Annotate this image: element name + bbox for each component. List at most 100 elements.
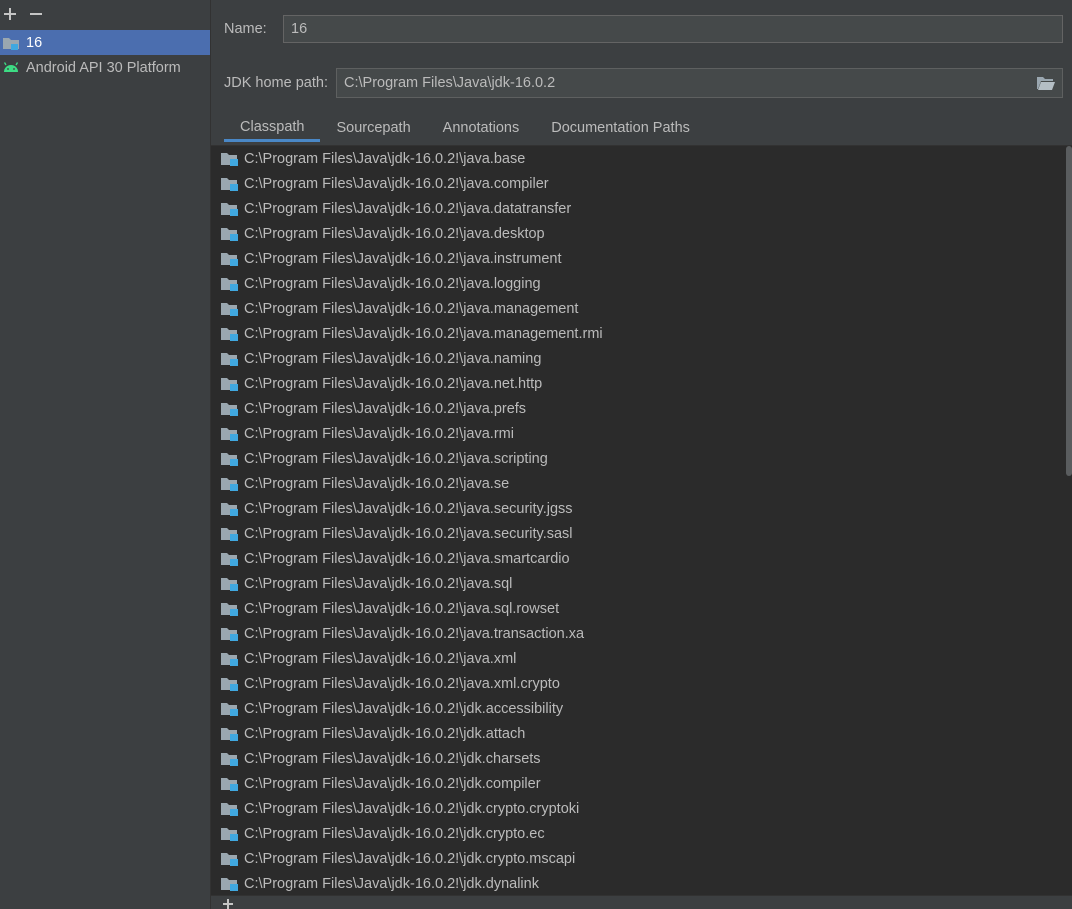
library-jar-icon [220, 301, 240, 317]
list-item[interactable]: C:\Program Files\Java\jdk-16.0.2!\jdk.co… [211, 771, 1072, 796]
list-item-label: C:\Program Files\Java\jdk-16.0.2!\java.i… [244, 250, 562, 267]
project-structure-sdks-panel: 16 Android API 30 Platform Name: 16 JDK … [0, 0, 1072, 909]
list-item[interactable]: C:\Program Files\Java\jdk-16.0.2!\java.s… [211, 446, 1072, 471]
list-item-label: C:\Program Files\Java\jdk-16.0.2!\jdk.at… [244, 725, 526, 742]
library-jar-icon [220, 626, 240, 642]
library-jar-icon [220, 601, 240, 617]
list-item-label: C:\Program Files\Java\jdk-16.0.2!\jdk.co… [244, 775, 541, 792]
library-jar-icon [220, 676, 240, 692]
list-item[interactable]: C:\Program Files\Java\jdk-16.0.2!\java.d… [211, 221, 1072, 246]
list-item[interactable]: C:\Program Files\Java\jdk-16.0.2!\java.t… [211, 621, 1072, 646]
sdk-item-label: Android API 30 Platform [26, 59, 181, 76]
list-item[interactable]: C:\Program Files\Java\jdk-16.0.2!\java.x… [211, 671, 1072, 696]
list-item[interactable]: C:\Program Files\Java\jdk-16.0.2!\jdk.cr… [211, 796, 1072, 821]
tab-documentation-paths[interactable]: Documentation Paths [535, 114, 706, 142]
list-item-label: C:\Program Files\Java\jdk-16.0.2!\java.d… [244, 200, 572, 217]
list-item-label: C:\Program Files\Java\jdk-16.0.2!\java.s… [244, 500, 573, 517]
library-jar-icon [220, 576, 240, 592]
list-item[interactable]: C:\Program Files\Java\jdk-16.0.2!\java.m… [211, 321, 1072, 346]
list-item[interactable]: C:\Program Files\Java\jdk-16.0.2!\java.n… [211, 371, 1072, 396]
list-item[interactable]: C:\Program Files\Java\jdk-16.0.2!\java.i… [211, 246, 1072, 271]
list-item-label: C:\Program Files\Java\jdk-16.0.2!\java.m… [244, 325, 603, 342]
sdk-item-android-api-30[interactable]: Android API 30 Platform [0, 55, 210, 80]
list-item[interactable]: C:\Program Files\Java\jdk-16.0.2!\jdk.dy… [211, 871, 1072, 896]
tab-sourcepath[interactable]: Sourcepath [320, 114, 426, 142]
remove-sdk-button[interactable] [28, 6, 44, 22]
list-item-label: C:\Program Files\Java\jdk-16.0.2!\jdk.ch… [244, 750, 541, 767]
list-item-label: C:\Program Files\Java\jdk-16.0.2!\java.s… [244, 475, 510, 492]
library-jar-icon [220, 751, 240, 767]
library-jar-icon [220, 551, 240, 567]
list-item[interactable]: C:\Program Files\Java\jdk-16.0.2!\java.n… [211, 346, 1072, 371]
list-item-label: C:\Program Files\Java\jdk-16.0.2!\java.t… [244, 625, 585, 642]
jdk-home-path-field[interactable]: C:\Program Files\Java\jdk-16.0.2 [336, 68, 1063, 98]
browse-folder-button[interactable] [1036, 74, 1056, 92]
name-input[interactable] [283, 15, 1063, 43]
folder-open-icon [1037, 77, 1055, 90]
library-jar-icon [220, 251, 240, 267]
list-item-label: C:\Program Files\Java\jdk-16.0.2!\java.n… [244, 375, 543, 392]
list-item[interactable]: C:\Program Files\Java\jdk-16.0.2!\jdk.at… [211, 721, 1072, 746]
list-item-label: C:\Program Files\Java\jdk-16.0.2!\jdk.dy… [244, 875, 539, 892]
list-item[interactable]: C:\Program Files\Java\jdk-16.0.2!\java.s… [211, 546, 1072, 571]
list-item-label: C:\Program Files\Java\jdk-16.0.2!\java.x… [244, 650, 517, 667]
sdk-item-16[interactable]: 16 [0, 30, 210, 55]
sdk-details-panel: Name: JDK home path: C:\Program Files\Ja… [211, 0, 1072, 909]
library-jar-icon [220, 401, 240, 417]
sdk-list-panel: 16 Android API 30 Platform [0, 0, 211, 909]
minus-icon [30, 13, 42, 15]
tab-annotations[interactable]: Annotations [427, 114, 536, 142]
list-item-label: C:\Program Files\Java\jdk-16.0.2!\jdk.ac… [244, 700, 564, 717]
list-item[interactable]: C:\Program Files\Java\jdk-16.0.2!\java.s… [211, 496, 1072, 521]
jdk-folder-icon [2, 35, 20, 51]
library-jar-icon [220, 651, 240, 667]
list-item-label: C:\Program Files\Java\jdk-16.0.2!\java.s… [244, 525, 573, 542]
name-row: Name: [224, 15, 1063, 43]
list-item[interactable]: C:\Program Files\Java\jdk-16.0.2!\java.d… [211, 196, 1072, 221]
plus-icon[interactable] [223, 899, 233, 909]
list-item[interactable]: C:\Program Files\Java\jdk-16.0.2!\java.l… [211, 271, 1072, 296]
list-item[interactable]: C:\Program Files\Java\jdk-16.0.2!\java.p… [211, 396, 1072, 421]
list-item-label: C:\Program Files\Java\jdk-16.0.2!\java.p… [244, 400, 527, 417]
classpath-list[interactable]: C:\Program Files\Java\jdk-16.0.2!\java.b… [211, 145, 1072, 896]
list-item[interactable]: C:\Program Files\Java\jdk-16.0.2!\jdk.cr… [211, 821, 1072, 846]
list-item[interactable]: C:\Program Files\Java\jdk-16.0.2!\java.s… [211, 521, 1072, 546]
list-item[interactable]: C:\Program Files\Java\jdk-16.0.2!\jdk.ch… [211, 746, 1072, 771]
list-item[interactable]: C:\Program Files\Java\jdk-16.0.2!\jdk.cr… [211, 846, 1072, 871]
library-jar-icon [220, 451, 240, 467]
add-sdk-button[interactable] [2, 6, 18, 22]
jdk-home-row: JDK home path: C:\Program Files\Java\jdk… [224, 68, 1063, 98]
list-item[interactable]: C:\Program Files\Java\jdk-16.0.2!\java.x… [211, 646, 1072, 671]
sdk-item-label: 16 [26, 34, 43, 51]
list-item-label: C:\Program Files\Java\jdk-16.0.2!\java.s… [244, 550, 570, 567]
list-item[interactable]: C:\Program Files\Java\jdk-16.0.2!\java.m… [211, 296, 1072, 321]
library-jar-icon [220, 426, 240, 442]
library-jar-icon [220, 476, 240, 492]
library-jar-icon [220, 226, 240, 242]
vertical-scrollbar[interactable] [1066, 146, 1072, 476]
library-jar-icon [220, 176, 240, 192]
name-label: Name: [224, 21, 267, 37]
library-jar-icon [220, 326, 240, 342]
list-item[interactable]: C:\Program Files\Java\jdk-16.0.2!\java.b… [211, 146, 1072, 171]
library-jar-icon [220, 826, 240, 842]
library-jar-icon [220, 351, 240, 367]
list-item[interactable]: C:\Program Files\Java\jdk-16.0.2!\java.c… [211, 171, 1072, 196]
list-item[interactable]: C:\Program Files\Java\jdk-16.0.2!\java.s… [211, 571, 1072, 596]
list-item[interactable]: C:\Program Files\Java\jdk-16.0.2!\java.r… [211, 421, 1072, 446]
list-item-label: C:\Program Files\Java\jdk-16.0.2!\java.m… [244, 300, 579, 317]
list-item-label: C:\Program Files\Java\jdk-16.0.2!\java.r… [244, 425, 514, 442]
library-jar-icon [220, 151, 240, 167]
tab-classpath[interactable]: Classpath [224, 114, 321, 142]
list-item-label: C:\Program Files\Java\jdk-16.0.2!\java.x… [244, 675, 560, 692]
list-item[interactable]: C:\Program Files\Java\jdk-16.0.2!\java.s… [211, 471, 1072, 496]
library-jar-icon [220, 526, 240, 542]
list-item-label: C:\Program Files\Java\jdk-16.0.2!\java.c… [244, 175, 549, 192]
library-jar-icon [220, 376, 240, 392]
list-item-label: C:\Program Files\Java\jdk-16.0.2!\jdk.cr… [244, 850, 576, 867]
list-item-label: C:\Program Files\Java\jdk-16.0.2!\jdk.cr… [244, 800, 580, 817]
list-item[interactable]: C:\Program Files\Java\jdk-16.0.2!\jdk.ac… [211, 696, 1072, 721]
library-jar-icon [220, 801, 240, 817]
sdk-list-toolbar [0, 0, 210, 28]
list-item[interactable]: C:\Program Files\Java\jdk-16.0.2!\java.s… [211, 596, 1072, 621]
